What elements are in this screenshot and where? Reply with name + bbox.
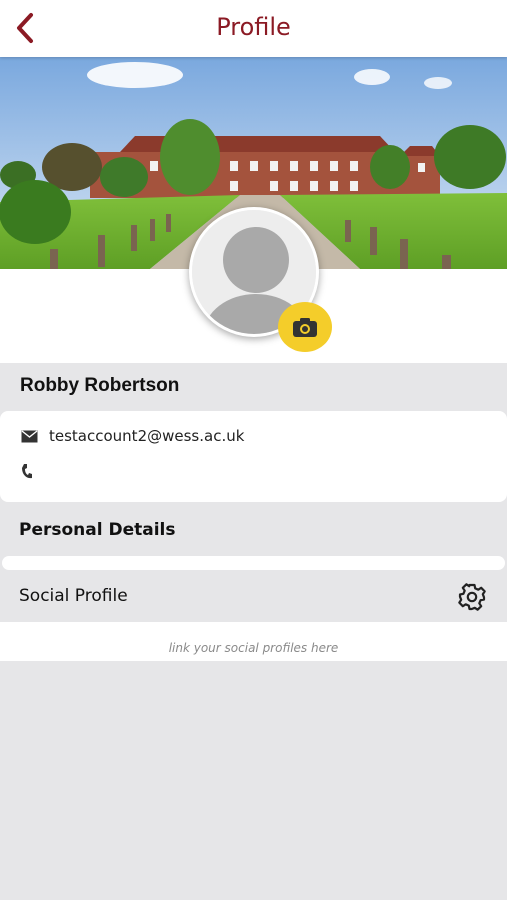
email-row[interactable]: testaccount2@wess.ac.uk [21, 427, 244, 445]
social-profiles-hint: link your social profiles here [168, 641, 339, 655]
social-settings-button[interactable] [457, 582, 487, 612]
social-profile-heading: Social Profile [19, 586, 128, 606]
personal-details-card [2, 556, 505, 570]
phone-icon [22, 464, 32, 479]
envelope-icon [21, 429, 38, 442]
email-text: testaccount2@wess.ac.uk [49, 427, 245, 445]
app-header: Profile [0, 0, 507, 57]
change-photo-button[interactable] [278, 302, 332, 352]
profile-name: Robby Robertson [20, 375, 180, 396]
camera-icon [293, 318, 317, 337]
page-title: Profile [216, 13, 291, 41]
personal-details-heading: Personal Details [19, 520, 176, 540]
phone-row[interactable] [21, 463, 44, 480]
contact-card: testaccount2@wess.ac.uk [0, 411, 507, 502]
gear-icon [458, 583, 486, 611]
